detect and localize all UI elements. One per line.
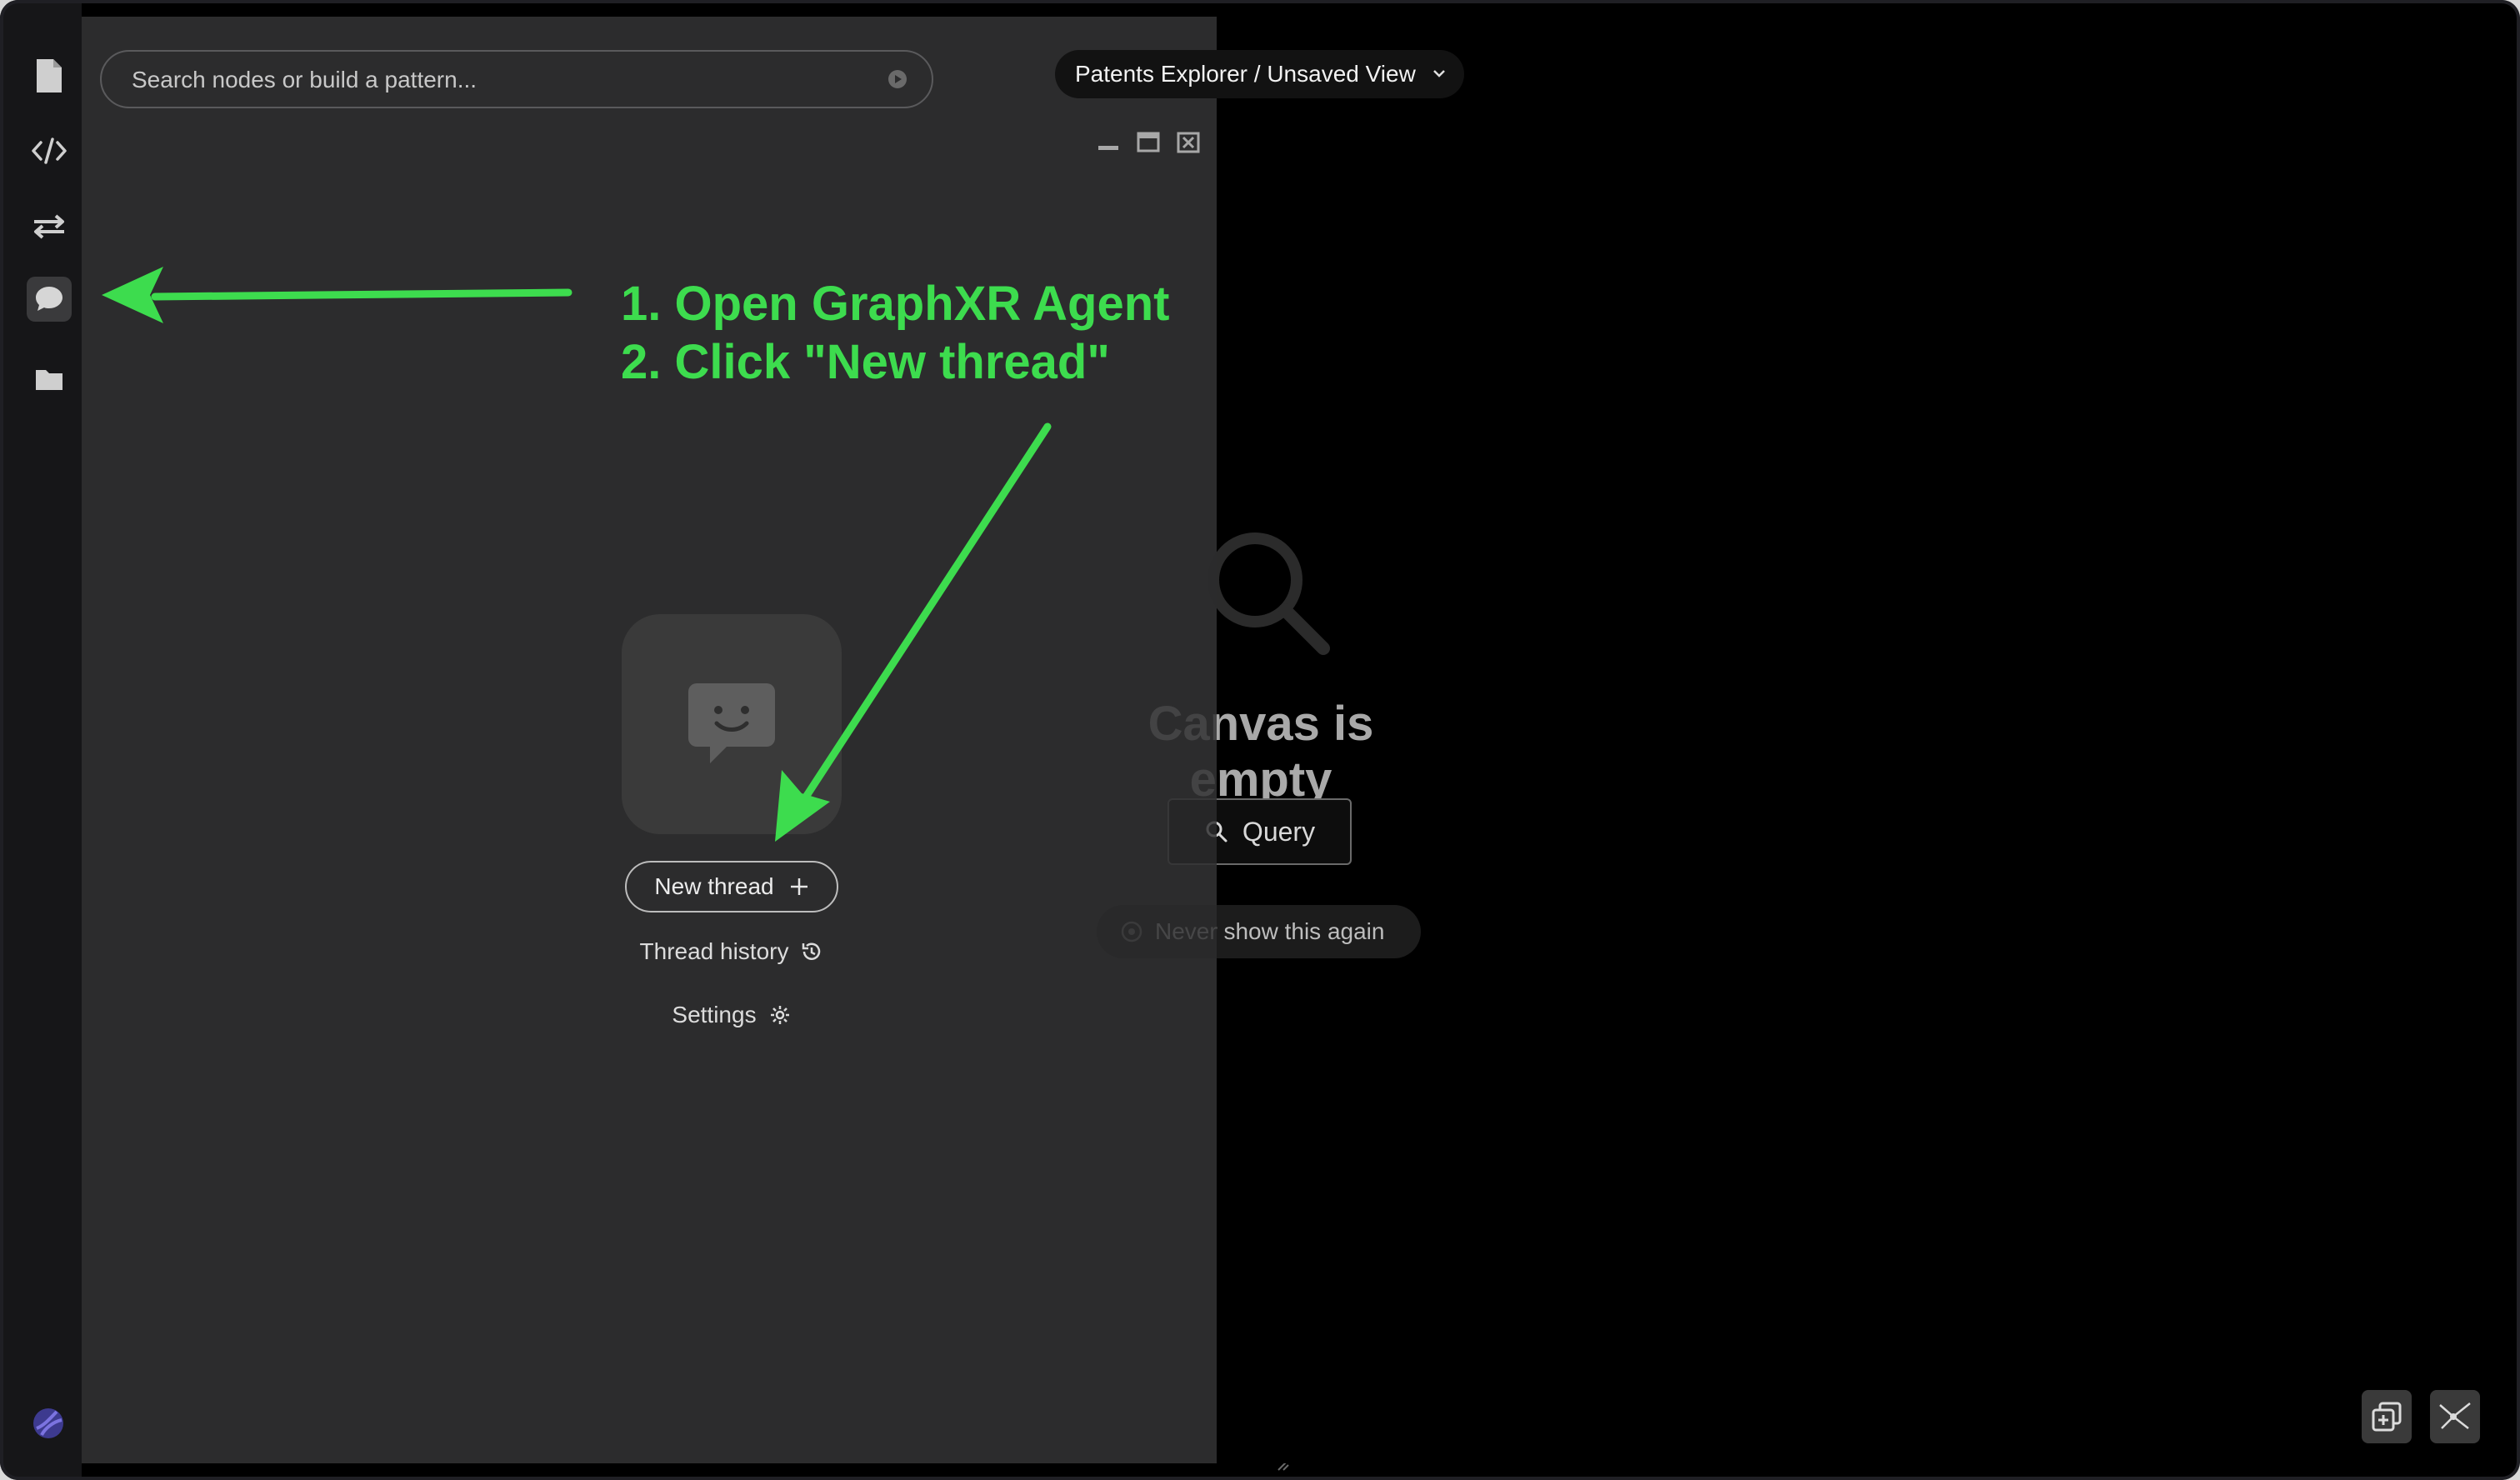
arrow-to-new-thread (798, 422, 1052, 808)
tutorial-annotation: 1. Open GraphXR Agent 2. Click "New thre… (621, 275, 1169, 392)
arrow-to-agent-icon (151, 288, 572, 301)
app-window: New thread Thread history Settings (0, 0, 2520, 1480)
annotation-arrows (102, 267, 1052, 842)
arrow-head-down (775, 770, 830, 842)
annotation-step-2: 2. Click "New thread" (621, 335, 1110, 389)
annotation-step-1: 1. Open GraphXR Agent (621, 277, 1170, 331)
